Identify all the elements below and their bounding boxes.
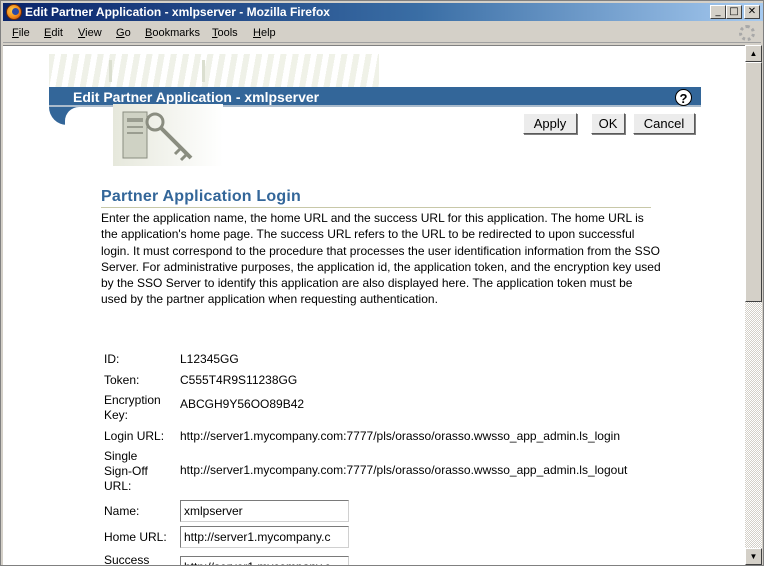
login-url-value: http://server1.mycompany.com:7777/pls/or… [180, 429, 620, 443]
help-icon[interactable]: ? [675, 89, 692, 106]
id-label: ID: [104, 352, 120, 366]
menu-view[interactable]: View [78, 27, 102, 39]
scroll-thumb[interactable] [745, 62, 762, 302]
success-url-label: Success [104, 553, 150, 565]
single-sign-off-url-value: http://server1.mycompany.com:7777/pls/or… [180, 463, 628, 477]
browser-window: Edit Partner Application - xmlpserver - … [0, 0, 764, 566]
header-curve-mask [65, 107, 95, 127]
scroll-down-icon[interactable]: ▼ [745, 548, 762, 565]
encryption-key-label: Encryption Key: [104, 393, 161, 422]
section-title: Partner Application Login [101, 188, 301, 205]
name-input[interactable]: xmlpserver [180, 500, 349, 522]
firefox-icon [6, 4, 22, 20]
encryption-key-value: ABCGH9Y56OO89B42 [180, 397, 305, 411]
section-divider [101, 207, 651, 208]
page-title: Edit Partner Application - xmlpserver [73, 89, 320, 105]
section-description: Enter the application name, the home URL… [101, 211, 661, 307]
single-sign-off-url-label: Single Sign-Off URL: [104, 449, 148, 493]
success-url-input[interactable]: http://server1.mycompany.c [180, 556, 349, 565]
menu-bookmarks[interactable]: Bookmarks [145, 27, 200, 39]
menu-help[interactable]: Help [253, 27, 276, 39]
minimize-button[interactable]: _ [710, 5, 726, 19]
login-url-label: Login URL: [104, 429, 165, 443]
page-content: Edit Partner Application - xmlpserver ? … [3, 45, 745, 565]
menu-tools[interactable]: Tools [212, 27, 238, 39]
ok-button[interactable]: OK [591, 113, 625, 134]
banner-graphic [49, 54, 379, 88]
token-value: C555T4R9S11238GG [180, 373, 298, 387]
menu-edit[interactable]: Edit [44, 27, 63, 39]
maximize-button[interactable]: □ [726, 5, 742, 19]
menu-go[interactable]: Go [116, 27, 131, 39]
vertical-scrollbar[interactable]: ▲ ▼ [745, 45, 762, 565]
window-title: Edit Partner Application - xmlpserver - … [25, 5, 330, 19]
title-bar[interactable]: Edit Partner Application - xmlpserver - … [3, 3, 763, 21]
close-button[interactable]: ✕ [744, 5, 760, 19]
throbber-icon [739, 25, 755, 41]
token-label: Token: [104, 373, 140, 387]
id-value: L12345GG [180, 352, 239, 366]
scroll-up-icon[interactable]: ▲ [745, 45, 762, 62]
server-key-icon [113, 104, 223, 166]
home-url-label: Home URL: [104, 530, 167, 544]
menu-file[interactable]: File [12, 27, 30, 39]
home-url-input[interactable]: http://server1.mycompany.c [180, 526, 349, 548]
name-label: Name: [104, 504, 140, 518]
menu-bar: File Edit View Go Bookmarks Tools Help [3, 23, 761, 43]
cancel-button[interactable]: Cancel [633, 113, 695, 134]
apply-button[interactable]: Apply [523, 113, 577, 134]
